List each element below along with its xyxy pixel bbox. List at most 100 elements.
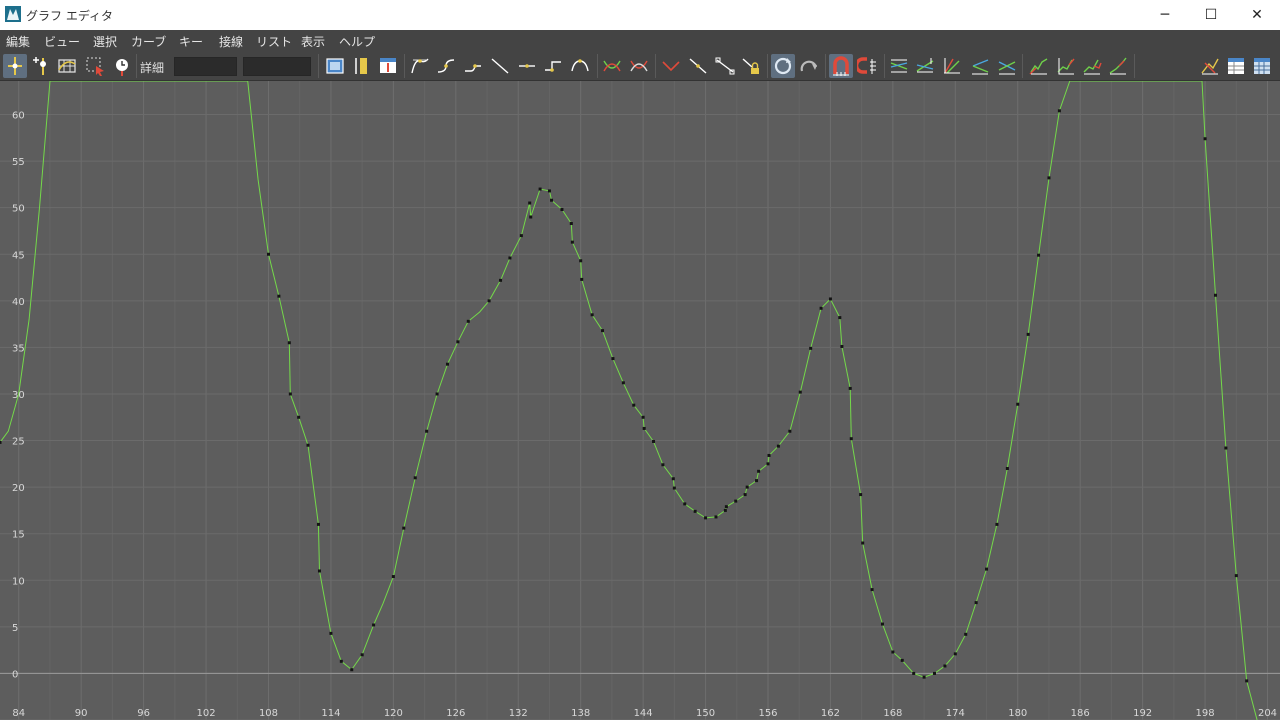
menu-help[interactable]: ヘルプ — [339, 33, 375, 50]
clamped-tangent-button[interactable] — [461, 54, 485, 78]
step-tangent-button[interactable] — [541, 54, 565, 78]
keyframe[interactable] — [953, 652, 957, 656]
buffer-curve-snapshot-button[interactable] — [600, 54, 624, 78]
break-tangents-button[interactable] — [659, 54, 683, 78]
keyframe[interactable] — [652, 439, 656, 443]
keyframe[interactable] — [529, 215, 533, 219]
time-snap-button[interactable] — [829, 54, 853, 78]
keyframe[interactable] — [704, 516, 708, 520]
pre-infinity-offset-button[interactable] — [1080, 54, 1104, 78]
keyframe[interactable] — [1005, 466, 1009, 470]
close-button[interactable]: ✕ — [1234, 0, 1280, 30]
keyframe[interactable] — [329, 631, 333, 635]
lock-tangent-weight-button[interactable] — [739, 54, 763, 78]
keyframe[interactable] — [277, 294, 281, 298]
keyframe[interactable] — [995, 522, 999, 526]
maximize-button[interactable]: ☐ — [1188, 0, 1234, 30]
keyframe[interactable] — [641, 415, 645, 419]
stats-value-field[interactable] — [243, 57, 311, 76]
region-select-button[interactable] — [83, 54, 107, 78]
value-snap-button[interactable] — [856, 54, 880, 78]
linear-tangent-button[interactable] — [488, 54, 512, 78]
denormalize-button[interactable] — [913, 54, 937, 78]
menu-select[interactable]: 選択 — [93, 33, 117, 50]
move-key-tool-button[interactable] — [3, 54, 27, 78]
keyframe[interactable] — [487, 299, 491, 303]
keyframe[interactable] — [508, 256, 512, 260]
keyframe[interactable] — [560, 208, 564, 212]
keyframe[interactable] — [714, 515, 718, 519]
keyframe[interactable] — [788, 429, 792, 433]
keyframe[interactable] — [693, 509, 697, 513]
keyframe[interactable] — [317, 569, 321, 573]
keyframe[interactable] — [985, 567, 989, 571]
stacked-view-button[interactable] — [968, 54, 992, 78]
keyframe[interactable] — [767, 453, 771, 457]
keyframe[interactable] — [974, 601, 978, 605]
plateau-tangent-button[interactable] — [568, 54, 592, 78]
keyframe[interactable] — [838, 316, 842, 320]
keyframe[interactable] — [316, 522, 320, 526]
lattice-deform-button[interactable] — [55, 54, 79, 78]
keyframe[interactable] — [621, 381, 625, 385]
swap-buffer-curve-button[interactable] — [627, 54, 651, 78]
keyframe[interactable] — [547, 189, 551, 193]
spline-tangent-button[interactable] — [434, 54, 458, 78]
open-trax-editor-button[interactable] — [1224, 54, 1248, 78]
keyframe[interactable] — [288, 392, 292, 396]
post-infinity-offset-button[interactable] — [1106, 54, 1130, 78]
keyframe[interactable] — [859, 493, 863, 497]
keyframe[interactable] — [642, 426, 646, 430]
keyframe[interactable] — [880, 622, 884, 626]
keyframe[interactable] — [755, 479, 759, 483]
keyframe[interactable] — [861, 541, 865, 545]
keyframe[interactable] — [743, 493, 747, 497]
keyframe[interactable] — [528, 201, 532, 205]
minimize-button[interactable]: ─ — [1142, 0, 1188, 30]
keyframe[interactable] — [287, 341, 291, 345]
keyframe[interactable] — [360, 653, 364, 657]
keyframe[interactable] — [671, 477, 675, 481]
keyframe[interactable] — [1037, 253, 1041, 257]
menu-list[interactable]: リスト — [256, 33, 292, 50]
keyframe[interactable] — [840, 344, 844, 348]
normalize-button[interactable] — [887, 54, 911, 78]
post-infinity-cycle-button[interactable] — [1054, 54, 1078, 78]
open-dope-sheet-button[interactable] — [1198, 54, 1222, 78]
keyframe[interactable] — [1224, 446, 1228, 450]
keyframe[interactable] — [297, 415, 301, 419]
relative-view-button[interactable] — [995, 54, 1019, 78]
keyframe[interactable] — [266, 252, 270, 256]
keyframe[interactable] — [590, 313, 594, 317]
keyframe[interactable] — [672, 486, 676, 490]
keyframe[interactable] — [745, 485, 749, 489]
load-selected-button[interactable] — [797, 54, 821, 78]
menu-keys[interactable]: キー — [179, 33, 203, 50]
keyframe[interactable] — [0, 440, 2, 444]
keyframe[interactable] — [601, 329, 605, 333]
menu-edit[interactable]: 編集 — [6, 33, 30, 50]
keyframe[interactable] — [870, 588, 874, 592]
keyframe[interactable] — [933, 671, 937, 675]
keyframe[interactable] — [456, 340, 460, 344]
keyframe[interactable] — [350, 668, 354, 672]
keyframe[interactable] — [1213, 293, 1217, 297]
frame-all-button[interactable] — [323, 54, 347, 78]
keyframe[interactable] — [912, 671, 916, 675]
auto-load-button[interactable] — [771, 54, 795, 78]
keyframe[interactable] — [1016, 402, 1020, 406]
keyframe[interactable] — [569, 222, 573, 226]
keyframe[interactable] — [734, 499, 738, 503]
auto-tangent-button[interactable] — [408, 54, 432, 78]
stats-time-field[interactable] — [174, 57, 237, 76]
keyframe[interactable] — [891, 650, 895, 654]
keyframe[interactable] — [579, 259, 583, 263]
keyframe[interactable] — [339, 659, 343, 663]
keyframe[interactable] — [809, 346, 813, 350]
keyframe[interactable] — [1047, 176, 1051, 180]
keyframe[interactable] — [550, 198, 554, 202]
keyframe[interactable] — [611, 357, 615, 361]
keyframe[interactable] — [306, 443, 310, 447]
keyframe[interactable] — [1203, 137, 1207, 141]
graph-view[interactable]: 0 5 10 15 20 25 30 35 40 45 50 55 60 84 90 96 102 108 114… — [0, 81, 1280, 720]
